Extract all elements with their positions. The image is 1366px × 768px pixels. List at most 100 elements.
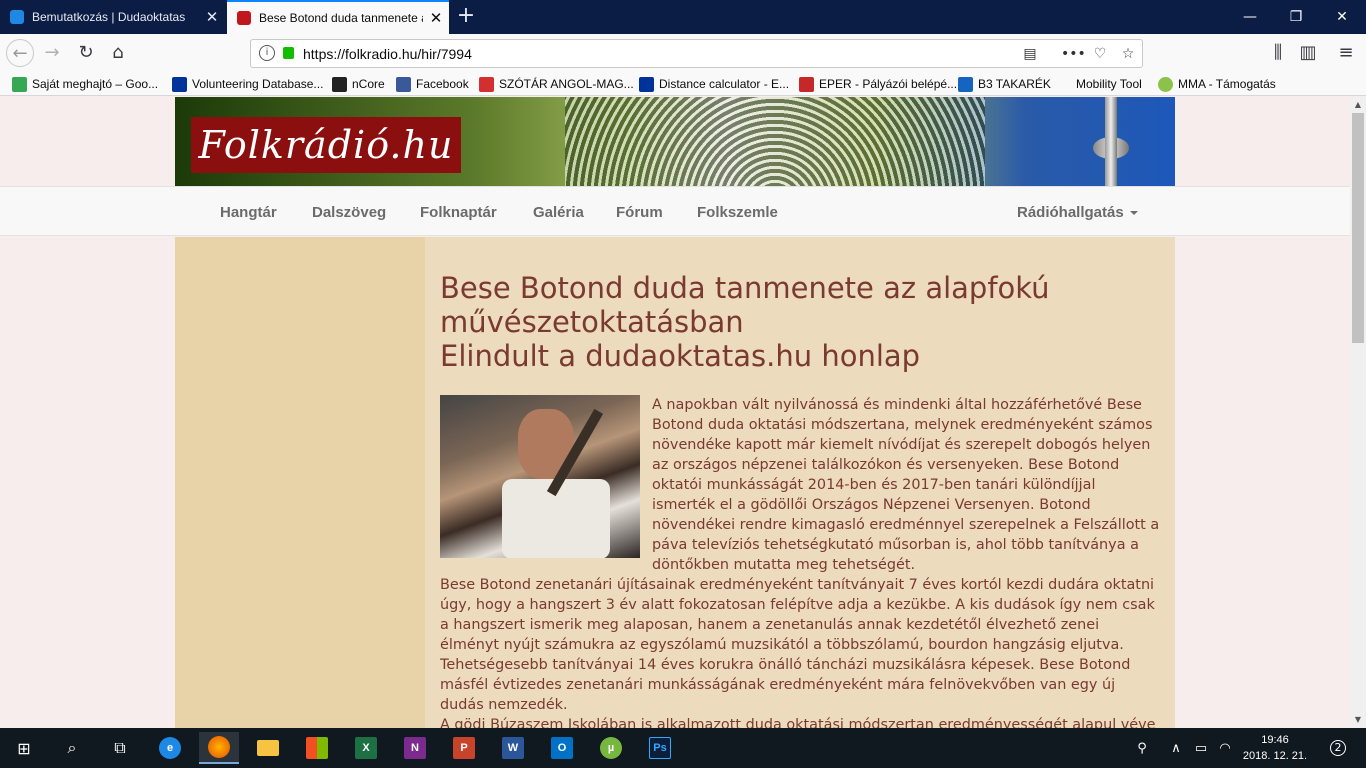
reader-view-icon[interactable]: ▤ [1019, 43, 1041, 65]
menu-item-galeria[interactable]: Galéria [533, 204, 584, 221]
outlook-icon[interactable]: O [542, 732, 582, 764]
notification-count: 2 [1330, 740, 1346, 756]
scroll-up-icon[interactable]: ▲ [1350, 97, 1366, 113]
bookmark-item[interactable]: B3 TAKARÉK [958, 75, 1051, 93]
folder-icon[interactable] [248, 732, 288, 764]
dictionary-icon [479, 76, 494, 92]
lock-icon[interactable] [283, 47, 294, 59]
system-clock[interactable]: 19:46 2018. 12. 21. [1240, 732, 1310, 764]
menu-item-folknaptar[interactable]: Folknaptár [420, 204, 497, 221]
tab-title: Bese Botond duda tanmenete a [259, 11, 423, 25]
menu-item-dalszoveg[interactable]: Dalszöveg [312, 204, 386, 221]
menu-item-radiohallgatas[interactable]: Rádióhallgatás [1017, 204, 1138, 221]
eper-icon [799, 76, 814, 92]
bookmark-item[interactable]: Facebook [396, 75, 469, 93]
page-actions-icon[interactable]: ••• [1061, 43, 1086, 65]
bookmark-label: EPER - Pályázói belépé... [819, 77, 958, 91]
page-viewport: Folkrádió.hu Hangtár Dalszöveg Folknaptá… [0, 97, 1350, 728]
bookmark-item[interactable]: Mobility Tool [1076, 75, 1142, 93]
google-drive-icon [12, 76, 27, 92]
caret-down-icon [1129, 211, 1138, 216]
utorrent-icon[interactable]: µ [591, 732, 631, 764]
vertical-scrollbar[interactable]: ▲ ▼ [1350, 97, 1366, 728]
firefox-icon[interactable] [199, 732, 239, 764]
menu-item-forum[interactable]: Fórum [616, 204, 663, 221]
library-icon[interactable]: ⫼ [1264, 39, 1292, 67]
bookmark-item[interactable]: EPER - Pályázói belépé... [799, 75, 957, 93]
folkradio-icon [237, 11, 251, 25]
article: Bese Botond duda tanmenete az alapfokú m… [440, 271, 1160, 728]
app-glyph [208, 736, 230, 758]
restore-button[interactable]: ❐ [1272, 0, 1320, 34]
drupal-icon [10, 10, 24, 24]
bookmark-item[interactable]: MMA - Támogatás [1158, 75, 1276, 93]
app-glyph: W [502, 737, 524, 759]
title-line: művészetoktatásban [440, 305, 744, 339]
close-window-button[interactable]: ✕ [1318, 0, 1366, 34]
notifications-icon[interactable]: 2 [1318, 728, 1358, 768]
reload-button[interactable]: ↻ [72, 39, 100, 67]
wifi-icon[interactable]: ◠ [1214, 728, 1236, 768]
close-icon[interactable]: ✕ [423, 9, 449, 27]
tab-dudaoktatas[interactable]: Bemutatkozás | Dudaoktatas ✕ [0, 0, 225, 34]
bookmarks-toolbar: Saját meghajtó – Goo... Volunteering Dat… [0, 72, 1366, 96]
paragraph-text: Bese Botond zenetanári újításainak eredm… [440, 577, 1155, 653]
site-banner: Folkrádió.hu [175, 97, 1175, 186]
minimize-button[interactable]: — [1226, 0, 1274, 34]
battery-icon[interactable]: ▭ [1190, 728, 1212, 768]
eu-flag-icon [172, 76, 187, 92]
bookmark-label: Mobility Tool [1076, 77, 1142, 91]
bookmark-item[interactable]: Volunteering Database... [172, 75, 323, 93]
word-icon[interactable]: W [493, 732, 533, 764]
back-button[interactable]: ← [6, 39, 34, 67]
new-tab-button[interactable]: + [455, 4, 477, 28]
tab-folkradio[interactable]: Bese Botond duda tanmenete a ✕ [227, 0, 449, 34]
bookmark-item[interactable]: SZÓTÁR ANGOL-MAG... [479, 75, 634, 93]
app-glyph: N [404, 737, 426, 759]
bookmark-label: nCore [352, 77, 385, 91]
bookmark-star-icon[interactable]: ☆ [1117, 43, 1139, 65]
chevron-up-icon[interactable]: ∧ [1166, 728, 1186, 768]
photoshop-icon[interactable]: Ps [640, 732, 680, 764]
title-line: Bese Botond duda tanmenete az alapfokú [440, 271, 1050, 305]
bookmark-item[interactable]: nCore [332, 75, 385, 93]
banner-ornament [565, 97, 985, 186]
site-logo[interactable]: Folkrádió.hu [191, 117, 461, 173]
people-icon[interactable]: ⚲ [1130, 728, 1154, 768]
logo-text: Folkrádió.hu [198, 123, 454, 167]
sidebar-icon[interactable]: ▥ [1294, 39, 1322, 67]
paragraph-text: Tehetségesebb tanítványai 14 éves korukr… [440, 657, 1131, 713]
pocket-icon[interactable]: ♡ [1089, 43, 1111, 65]
scroll-down-icon[interactable]: ▼ [1350, 712, 1366, 728]
url-bar[interactable]: i https://folkradio.hu/hir/7994 ▤ ••• ♡ … [250, 39, 1143, 68]
clock-time: 19:46 [1261, 734, 1289, 746]
bookmark-label: SZÓTÁR ANGOL-MAG... [499, 77, 634, 91]
url-text[interactable]: https://folkradio.hu/hir/7994 [303, 46, 472, 62]
scrollbar-thumb[interactable] [1352, 113, 1364, 343]
bookmark-label: Facebook [416, 77, 469, 91]
menu-item-folkszemle[interactable]: Folkszemle [697, 204, 778, 221]
home-button[interactable]: ⌂ [104, 39, 132, 67]
app-glyph: e [159, 737, 181, 759]
store-icon[interactable] [297, 732, 337, 764]
windows-icon[interactable]: ⊞ [4, 732, 44, 764]
task-view-icon[interactable]: ⧉ [100, 732, 140, 764]
article-photo[interactable] [440, 395, 640, 558]
ncore-icon [332, 76, 347, 92]
excel-icon[interactable]: X [346, 732, 386, 764]
search-icon[interactable]: ⌕ [52, 732, 92, 764]
bookmark-label: MMA - Támogatás [1178, 77, 1276, 91]
powerpoint-icon[interactable]: P [444, 732, 484, 764]
windows-taskbar: ⊞ ⌕ ⧉ e X N P W O µ Ps ⚲ ∧ ▭ ◠ 19:46 201… [0, 728, 1366, 768]
edge-icon[interactable]: e [150, 732, 190, 764]
b3-icon [958, 76, 973, 92]
bookmark-item[interactable]: Distance calculator - E... [639, 75, 789, 93]
forward-button[interactable]: → [38, 39, 66, 67]
onenote-icon[interactable]: N [395, 732, 435, 764]
menu-item-hangtar[interactable]: Hangtár [220, 204, 277, 221]
clock-date: 2018. 12. 21. [1242, 750, 1308, 762]
menu-icon[interactable]: ≡ [1332, 39, 1360, 67]
site-info-icon[interactable]: i [259, 45, 275, 61]
close-icon[interactable]: ✕ [199, 8, 225, 26]
bookmark-item[interactable]: Saját meghajtó – Goo... [12, 75, 158, 93]
